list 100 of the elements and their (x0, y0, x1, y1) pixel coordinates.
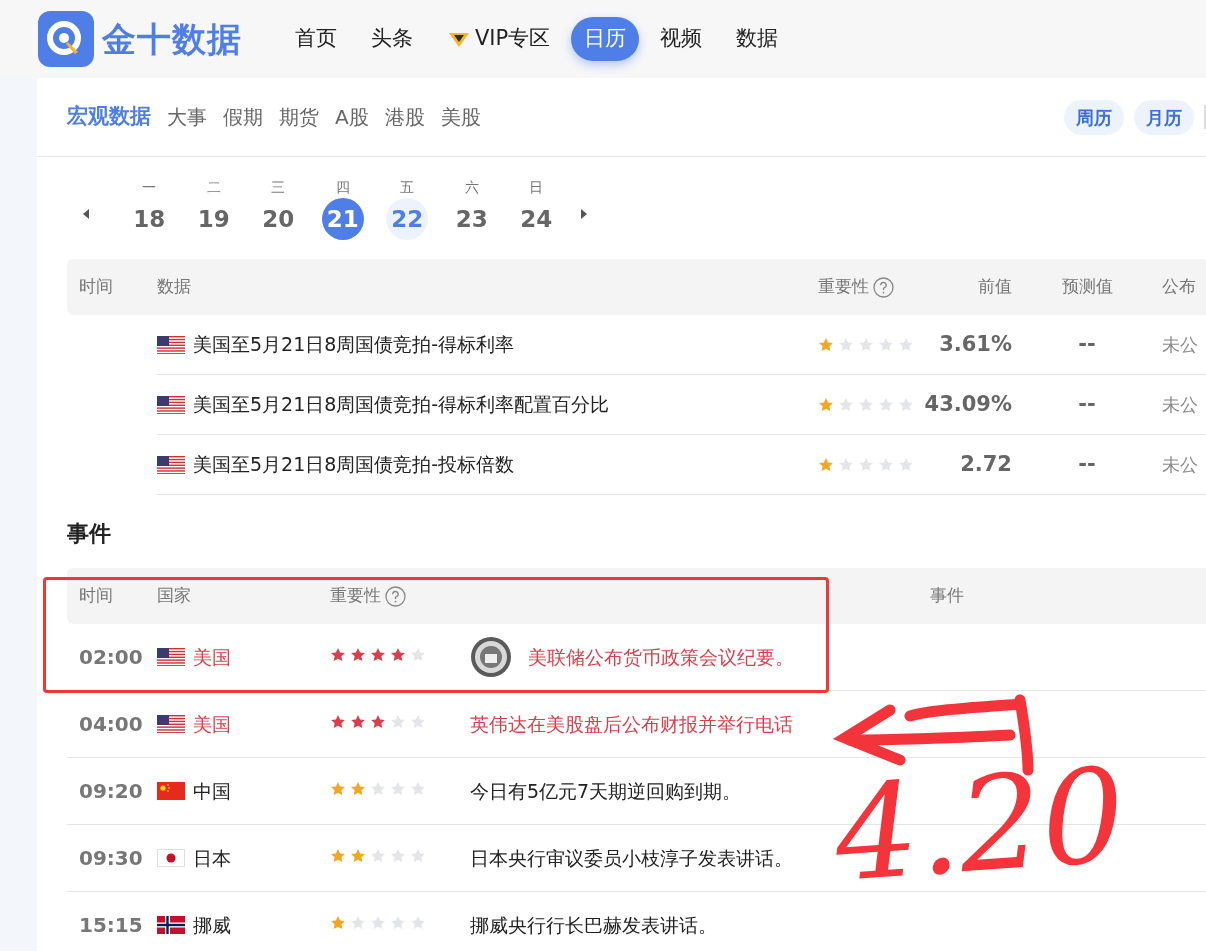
star-icon (370, 714, 386, 729)
actual-value: 未公 (1162, 333, 1198, 357)
section-title: 事件 (66, 520, 112, 548)
forecast-value: -- (1078, 390, 1096, 418)
country-name: 美国 (193, 711, 231, 737)
star-icon (370, 915, 386, 930)
weekday-label: 二 (206, 178, 221, 197)
column-header: 时间 (79, 276, 113, 297)
view-button[interactable]: 月历 (1134, 99, 1194, 135)
star-icon (818, 337, 834, 352)
event-text: 挪威央行行长巴赫发表讲话。 (470, 912, 717, 938)
event-text: 日本央行审议委员小枝淳子发表讲话。 (470, 845, 793, 871)
star-icon (898, 457, 914, 472)
star-icon (390, 848, 406, 863)
country-name: 美国 (193, 644, 231, 670)
logo-text: 金十数据 (102, 17, 242, 61)
help-icon (385, 585, 406, 607)
date-button[interactable]: 19 (192, 198, 235, 240)
column-header: 数据 (157, 276, 191, 297)
weekday-label: 一 (142, 178, 157, 197)
event-text: 今日有5亿元7天期逆回购到期。 (470, 778, 742, 804)
flag-icon (157, 335, 185, 354)
nav-tab[interactable]: VIP专区 (434, 17, 564, 61)
column-header: 重要性 (330, 585, 381, 606)
indicator-name: 美国至5月21日8周国债竞拍-投标倍数 (193, 452, 515, 478)
weekday-label: 日 (529, 178, 544, 197)
help-icon (873, 276, 894, 298)
weekday-label: 五 (400, 178, 415, 197)
star-icon (390, 915, 406, 930)
star-icon (390, 781, 406, 796)
category-tab[interactable]: 假期 (223, 77, 263, 157)
star-icon (858, 397, 874, 412)
event-text: 美联储公布货币政策会议纪要。 (528, 644, 794, 670)
star-icon (878, 397, 894, 412)
weekday-label: 三 (271, 178, 286, 197)
previous-value: 43.09% (924, 390, 1012, 418)
nav-tab[interactable]: 头条 (358, 17, 426, 61)
country-name: 日本 (193, 845, 231, 871)
event-time: 09:30 (79, 846, 143, 870)
star-icon (898, 337, 914, 352)
star-icon (370, 647, 386, 662)
event-time: 09:20 (79, 779, 143, 803)
previous-value: 2.72 (960, 450, 1012, 478)
column-header: 时间 (79, 585, 113, 606)
view-button[interactable]: 周历 (1064, 99, 1124, 135)
category-tab[interactable]: A股 (335, 77, 369, 157)
date-button[interactable]: 21 (321, 198, 364, 240)
flag-icon (157, 715, 185, 733)
star-icon (330, 848, 346, 863)
country-name: 中国 (193, 778, 231, 804)
star-icon (350, 848, 366, 863)
star-icon (350, 915, 366, 930)
category-tab[interactable]: 宏观数据 (67, 77, 151, 157)
category-tab[interactable]: 港股 (384, 77, 425, 157)
column-header: 公布 (1162, 276, 1196, 297)
star-icon (370, 781, 386, 796)
star-icon (410, 714, 426, 729)
star-icon (858, 457, 874, 472)
star-icon (898, 397, 914, 412)
flag-icon (157, 849, 185, 867)
star-icon (838, 457, 854, 472)
star-icon (330, 714, 346, 729)
category-tab[interactable]: 期货 (279, 77, 319, 157)
flag-icon (157, 455, 185, 474)
logo-icon (38, 11, 94, 67)
indicator-name: 美国至5月21日8周国债竞拍-得标利率配置百分比 (193, 392, 610, 418)
column-header: 国家 (157, 585, 191, 606)
star-icon (330, 781, 346, 796)
star-icon (410, 848, 426, 863)
forecast-value: -- (1078, 330, 1096, 358)
column-header: 重要性 (818, 276, 869, 297)
flag-icon (157, 648, 185, 666)
star-icon (818, 457, 834, 472)
star-icon (370, 848, 386, 863)
previous-value: 3.61% (939, 330, 1012, 358)
star-icon (410, 781, 426, 796)
star-icon (410, 915, 426, 930)
date-button[interactable]: 23 (450, 198, 493, 240)
star-icon (838, 397, 854, 412)
star-icon (350, 647, 366, 662)
event-time: 04:00 (79, 712, 143, 736)
nav-tab[interactable]: 首页 (282, 17, 350, 61)
category-tab[interactable]: 美股 (440, 77, 481, 157)
forecast-value: -- (1078, 450, 1096, 478)
nav-tab[interactable]: 日历 (571, 17, 640, 61)
date-button[interactable]: 24 (515, 198, 558, 240)
category-tab[interactable]: 大事 (167, 77, 207, 157)
star-icon (818, 397, 834, 412)
nav-tab[interactable]: 视频 (647, 17, 716, 61)
star-icon (838, 337, 854, 352)
country-name: 挪威 (193, 912, 231, 938)
star-icon (390, 714, 406, 729)
date-button[interactable]: 22 (386, 198, 429, 240)
date-button[interactable]: 20 (257, 198, 300, 240)
indicator-name: 美国至5月21日8周国债竞拍-得标利率 (193, 332, 515, 358)
star-icon (858, 337, 874, 352)
nav-tab[interactable]: 数据 (723, 17, 792, 61)
star-icon (350, 714, 366, 729)
handwritten-note: 4.20 (830, 750, 1129, 900)
date-button[interactable]: 18 (128, 198, 171, 240)
